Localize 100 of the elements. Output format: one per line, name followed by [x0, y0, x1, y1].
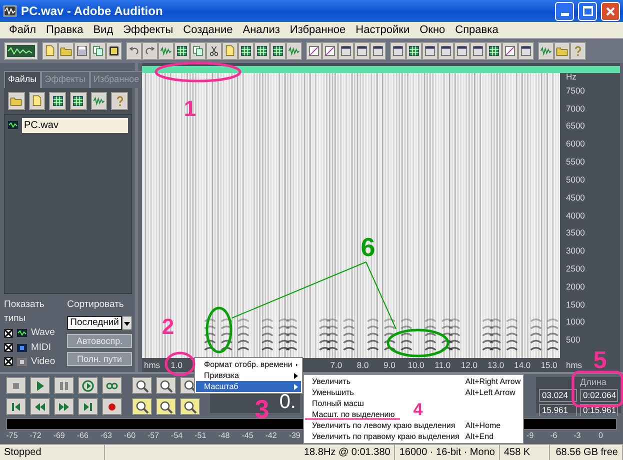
toolbar-button[interactable] — [174, 42, 190, 60]
toolbar-button[interactable] — [238, 42, 254, 60]
toolbar-button[interactable] — [306, 42, 322, 60]
toolbar-button[interactable] — [370, 42, 386, 60]
menu-option[interactable]: Масштаб — [196, 381, 301, 392]
transport-button[interactable] — [54, 398, 74, 415]
magnifier-icon — [159, 378, 173, 392]
menu-item[interactable]: Окно — [414, 22, 450, 38]
toolbar-button[interactable] — [90, 42, 106, 60]
checkbox[interactable] — [4, 357, 13, 366]
grid-icon — [272, 45, 284, 57]
menu-option[interactable]: Полный масш — [312, 399, 364, 408]
toolbar-button[interactable] — [406, 42, 422, 60]
zoom-button[interactable] — [156, 377, 176, 394]
panel-tool-button[interactable] — [90, 92, 108, 110]
check-mark-icon — [5, 330, 12, 337]
transport-button[interactable] — [102, 398, 122, 415]
toolbar-button[interactable] — [438, 42, 454, 60]
annotation-number: 5 — [593, 347, 607, 374]
panel-tool-button[interactable] — [70, 92, 87, 110]
menu-item[interactable]: Анализ — [238, 22, 285, 38]
toolbar-button[interactable] — [126, 42, 142, 60]
toolbar-button[interactable] — [470, 42, 486, 60]
checkbox[interactable] — [4, 328, 13, 338]
transport-button[interactable] — [102, 377, 122, 394]
zoom-button[interactable] — [156, 398, 176, 415]
zoom-button[interactable] — [132, 398, 152, 415]
toolbar-button[interactable] — [206, 42, 222, 60]
toolbar-button[interactable] — [338, 42, 354, 60]
menu-item[interactable]: Эффекты — [118, 22, 178, 38]
status-text: 18.8Hz @ 0:01.380 — [300, 445, 396, 460]
menu-option[interactable]: Увеличить по правому краю выделения — [312, 432, 460, 442]
meter-scale-label: -3 — [574, 430, 581, 442]
toolbar-button[interactable] — [190, 42, 206, 60]
toolbar-button[interactable] — [222, 42, 238, 60]
menu-option[interactable]: Увеличить по левому краю выделения — [312, 421, 456, 430]
toolbar-button[interactable] — [322, 42, 338, 60]
maximize-button[interactable] — [578, 2, 597, 20]
toolbar-button[interactable] — [502, 42, 518, 60]
panel-tool-button[interactable] — [111, 92, 128, 110]
close-button[interactable] — [601, 2, 620, 20]
transport-button[interactable] — [30, 377, 50, 394]
menu-option[interactable]: Масшт. по выделению — [312, 410, 395, 420]
transport-button[interactable] — [78, 377, 98, 394]
toolbar-button[interactable] — [422, 42, 438, 60]
annotation-number: 1 — [184, 96, 196, 121]
file-type-icon — [17, 329, 27, 338]
toolbar-button[interactable] — [74, 42, 90, 60]
toolbar-button[interactable] — [390, 42, 406, 60]
menu-item[interactable]: Вид — [88, 22, 118, 38]
panel-tab[interactable]: Файлы — [4, 71, 41, 88]
toolbar-button[interactable] — [254, 42, 270, 60]
menu-option[interactable]: Формат отобр. времени — [196, 359, 301, 370]
time-label: 10.0 — [408, 359, 424, 372]
panel-tool-button[interactable] — [28, 92, 46, 110]
toolbar-button[interactable] — [58, 42, 74, 60]
magnifier-icon — [135, 400, 149, 414]
annotation-number: 3 — [254, 394, 270, 424]
transport-button[interactable] — [6, 398, 26, 415]
view-toggle-button[interactable] — [4, 42, 38, 60]
panel-tool-button[interactable] — [49, 92, 66, 110]
menu-option[interactable]: Уменьшить — [312, 388, 354, 398]
menu-item[interactable]: Справка — [450, 22, 504, 38]
toolbar-button[interactable] — [270, 42, 286, 60]
annotation-ellipse — [164, 352, 196, 376]
toolbar-button[interactable] — [554, 42, 570, 60]
transport-button[interactable] — [78, 398, 98, 415]
toolbar-button[interactable] — [518, 42, 534, 60]
window-icon — [340, 45, 352, 57]
undo-icon — [128, 45, 140, 57]
menu-item[interactable]: Избранное — [284, 22, 351, 38]
close-icon — [606, 6, 615, 16]
time-display: 0. — [279, 391, 296, 413]
menu-item[interactable]: Правка — [41, 22, 88, 38]
time-label: 7.0 — [330, 359, 342, 372]
toolbar-button[interactable] — [354, 42, 370, 60]
toolbar-button[interactable] — [486, 42, 502, 60]
file-item[interactable]: PC.wav — [22, 118, 128, 132]
play-circle-icon — [81, 378, 95, 392]
window-icon — [372, 45, 384, 57]
zoom-button[interactable] — [132, 377, 152, 394]
panel-tool-button[interactable] — [8, 92, 25, 110]
checkbox[interactable] — [4, 343, 13, 352]
transport-button[interactable] — [30, 398, 50, 415]
menu-item[interactable]: Создание — [178, 22, 238, 38]
menu-item[interactable]: Файл — [4, 22, 42, 38]
minimize-button[interactable] — [555, 2, 574, 20]
menu-item[interactable]: Настройки — [350, 22, 415, 38]
zoom-button[interactable] — [180, 398, 200, 415]
grid-icon — [240, 45, 252, 57]
frequency-label: 500 — [566, 334, 580, 347]
grid-icon — [52, 94, 64, 106]
sort-dropdown[interactable]: Последний — [67, 316, 122, 330]
toolbar-button[interactable] — [454, 42, 470, 60]
menu-option[interactable]: Привязка — [196, 370, 301, 381]
copy-icon — [192, 45, 204, 57]
menu-option[interactable]: Увеличить — [312, 377, 351, 386]
toolbar-button[interactable] — [142, 42, 158, 60]
toolbar-button[interactable] — [106, 42, 122, 60]
toolbar-button[interactable] — [42, 42, 58, 60]
